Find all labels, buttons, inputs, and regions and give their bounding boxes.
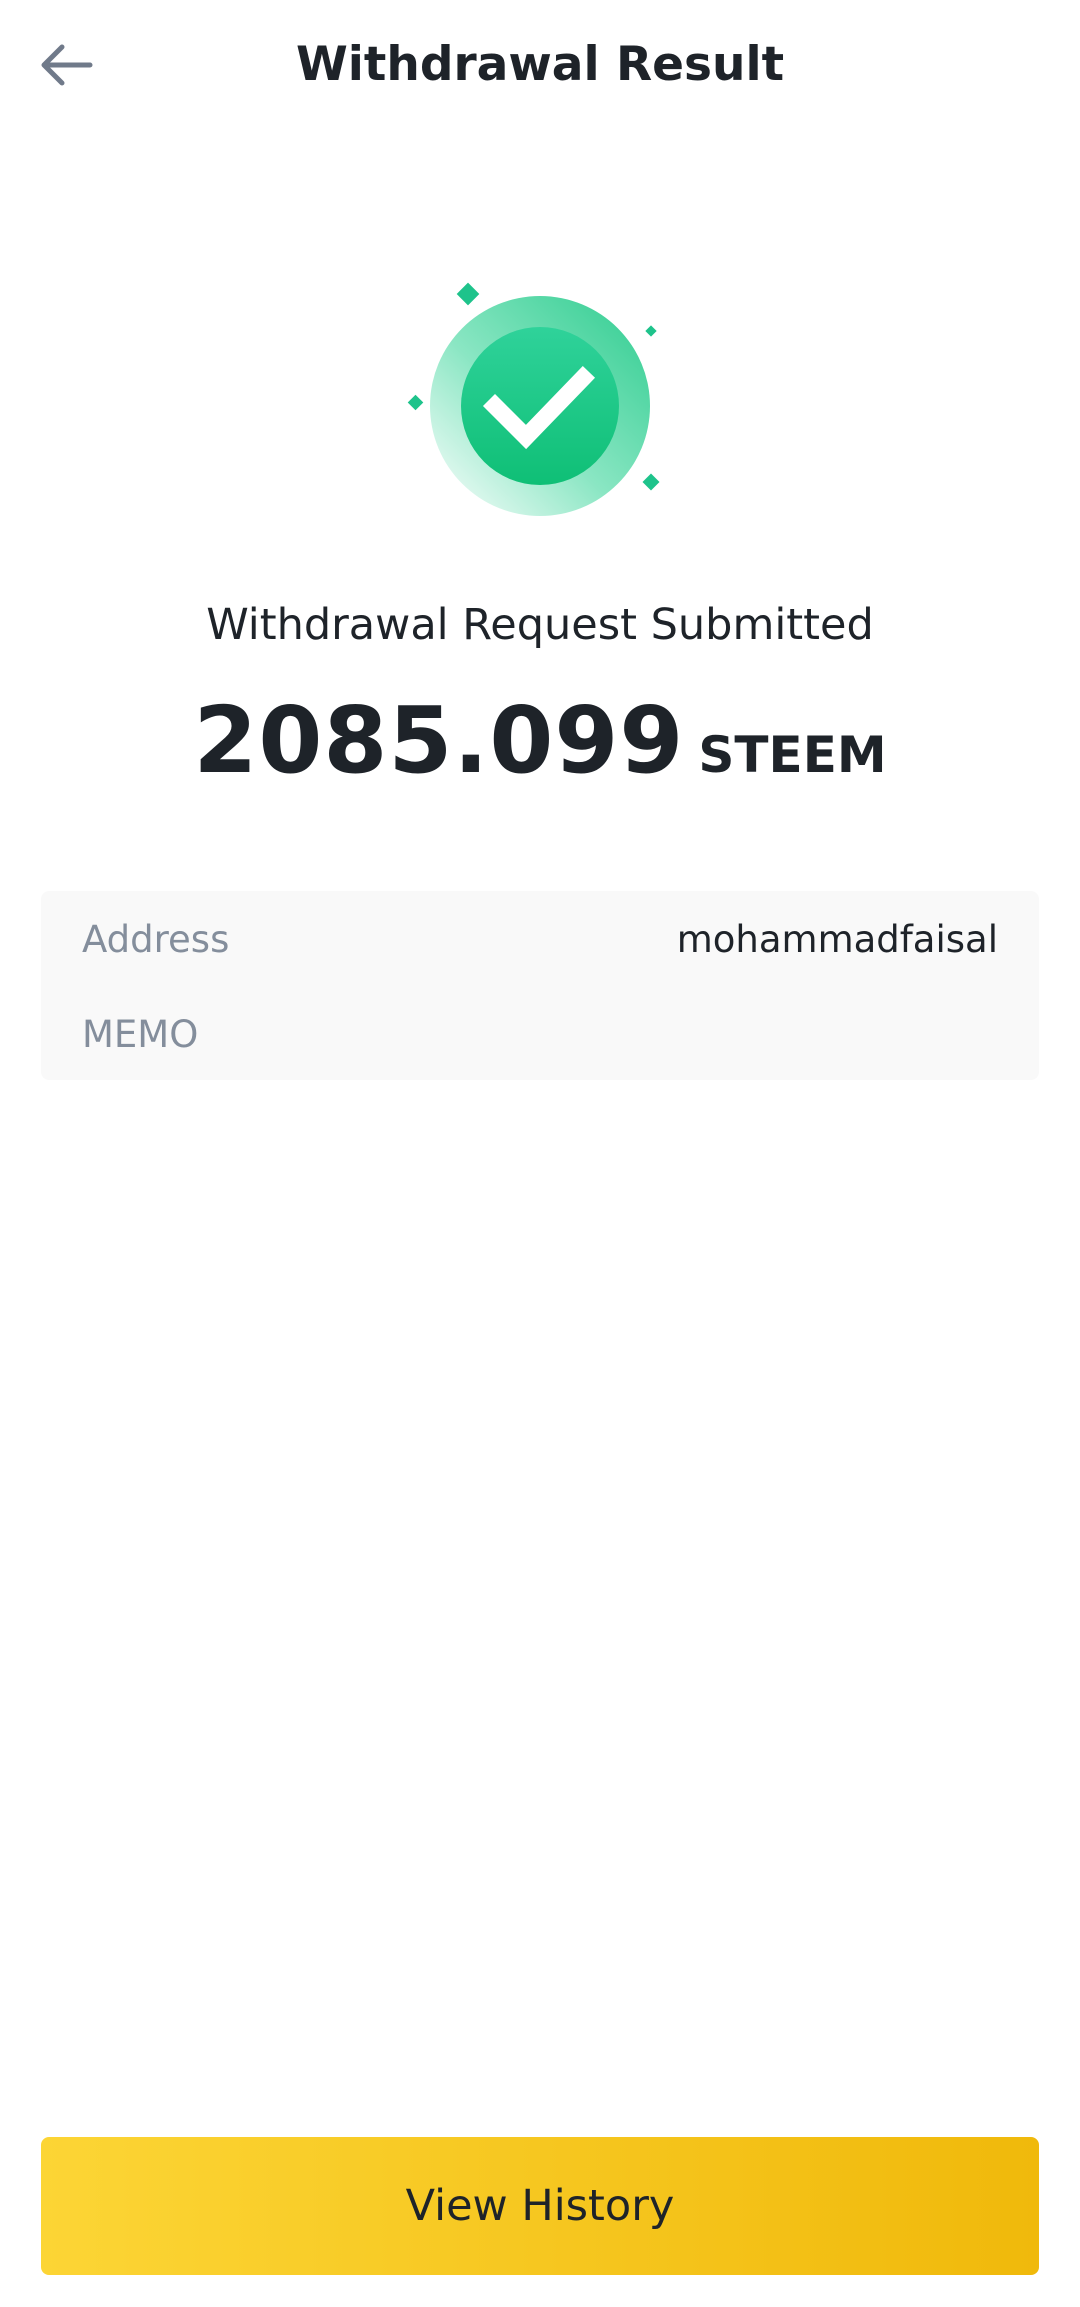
- detail-label: MEMO: [82, 1012, 199, 1056]
- success-check-icon: [400, 275, 680, 525]
- view-history-button[interactable]: View History: [41, 2137, 1039, 2275]
- amount-display: 2085.099 STEEM: [0, 685, 1080, 797]
- header: Withdrawal Result: [0, 0, 1080, 130]
- amount-unit: STEEM: [698, 726, 887, 784]
- detail-value: mohammadfaisal: [676, 917, 998, 961]
- detail-label: Address: [82, 917, 230, 961]
- amount-value: 2085.099: [193, 687, 685, 794]
- detail-row-address: Address mohammadfaisal: [82, 909, 998, 969]
- page-title: Withdrawal Result: [295, 37, 785, 92]
- details-card: Address mohammadfaisal MEMO: [41, 891, 1039, 1080]
- status-text: Withdrawal Request Submitted: [206, 600, 874, 650]
- detail-row-memo: MEMO: [82, 1004, 998, 1064]
